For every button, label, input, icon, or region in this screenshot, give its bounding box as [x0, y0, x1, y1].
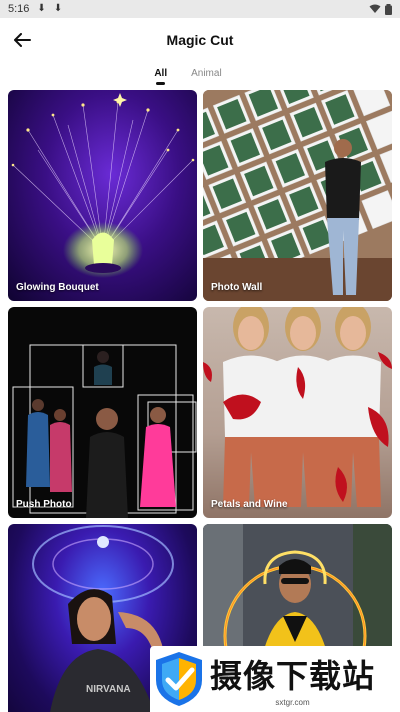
- template-label: Push Photo: [16, 499, 72, 510]
- photo-wall-thumbnail: [203, 90, 392, 301]
- glowing-bouquet-thumbnail: [11, 93, 195, 278]
- template-label: Photo Wall: [211, 282, 263, 293]
- category-tabs: All Animal: [0, 62, 400, 92]
- template-card-petals-and-wine[interactable]: Petals and Wine: [203, 307, 392, 518]
- wifi-icon: [369, 4, 381, 13]
- template-card-push-photo[interactable]: Push Photo: [8, 307, 197, 518]
- battery-icon: [385, 3, 392, 15]
- template-label: Glowing Bouquet: [16, 282, 99, 293]
- watermark-url: sxtgr.com: [275, 698, 310, 707]
- status-bar: 5:16 ⬇ ⬇: [0, 0, 400, 18]
- watermark-title: 摄像下载站: [210, 657, 376, 695]
- back-button[interactable]: [8, 26, 36, 54]
- template-card-glowing-bouquet[interactable]: Glowing Bouquet: [8, 90, 197, 301]
- template-label: Petals and Wine: [211, 499, 288, 510]
- push-photo-thumbnail: [12, 344, 197, 518]
- watermark-banner: 摄像下载站 sxtgr.com: [150, 646, 400, 712]
- download-icon: ⬇: [53, 3, 63, 14]
- download-icon: ⬇: [37, 3, 46, 14]
- top-bar: Magic Cut: [0, 18, 400, 62]
- template-card-photo-wall[interactable]: Photo Wall: [203, 90, 392, 301]
- status-time: 5:16: [8, 3, 30, 15]
- tab-all[interactable]: All: [154, 68, 167, 85]
- back-arrow-icon: [14, 33, 31, 47]
- svg-text:NIRVANA: NIRVANA: [86, 684, 131, 695]
- petals-and-wine-thumbnail: [203, 307, 392, 507]
- template-grid: Glowing Bouquet Photo Wall Push Photo Pe…: [8, 90, 392, 712]
- tab-animal[interactable]: Animal: [191, 68, 222, 83]
- page-title: Magic Cut: [166, 32, 234, 48]
- watermark-logo-icon: [156, 652, 202, 706]
